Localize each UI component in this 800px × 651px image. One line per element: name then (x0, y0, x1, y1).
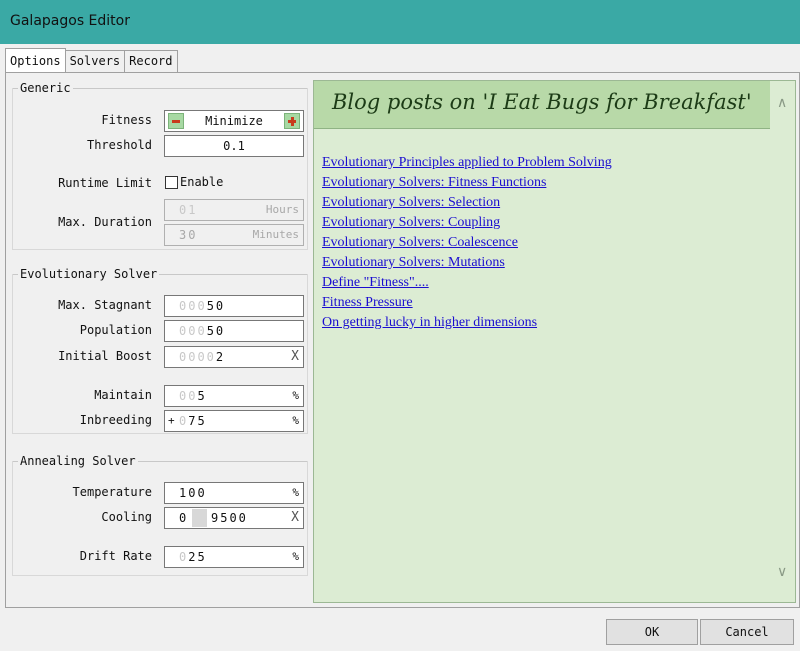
blog-link[interactable]: Evolutionary Solvers: Coalescence (322, 233, 612, 253)
blog-link[interactable]: Fitness Pressure (322, 293, 612, 313)
cooling-input[interactable]: 0 9500 X (164, 507, 304, 529)
tab-record[interactable]: Record (124, 50, 178, 72)
drift-rate-unit: % (292, 550, 299, 563)
initial-boost-value: 2 (215, 350, 226, 364)
hours-input[interactable]: 01 Hours (164, 199, 304, 221)
initial-boost-label: Initial Boost (58, 349, 152, 363)
inbreeding-value: 75 (188, 414, 207, 428)
options-page: Generic Fitness Minimize Threshold 0.1 R… (5, 72, 800, 608)
minutes-unit: Minutes (252, 228, 299, 241)
blog-scrollbar[interactable]: ∧ ∨ (771, 81, 795, 602)
title-bar: Galapagos Editor (0, 0, 800, 44)
drift-rate-label: Drift Rate (79, 549, 152, 563)
cooling-frac: 9500 (211, 511, 248, 525)
maximize-icon[interactable] (284, 113, 300, 129)
minutes-input[interactable]: 30 Minutes (164, 224, 304, 246)
blog-link[interactable]: Evolutionary Solvers: Selection (322, 193, 612, 213)
options-panel: Generic Fitness Minimize Threshold 0.1 R… (6, 73, 311, 609)
generic-group-title: Generic (18, 81, 73, 95)
initial-boost-input[interactable]: 00002 X (164, 346, 304, 368)
blog-link[interactable]: Define "Fitness".... (322, 273, 612, 293)
cooling-label: Cooling (101, 510, 152, 524)
window-title: Galapagos Editor (10, 13, 130, 29)
hours-value: 01 (179, 203, 198, 217)
fitness-value: Minimize (205, 114, 263, 128)
evolutionary-group-title: Evolutionary Solver (18, 267, 160, 281)
max-stagnant-label: Max. Stagnant (58, 298, 152, 312)
blog-link[interactable]: Evolutionary Principles applied to Probl… (322, 153, 612, 173)
runtime-enable-checkbox[interactable] (165, 176, 178, 189)
threshold-value: 0.1 (223, 139, 245, 153)
tab-options[interactable]: Options (5, 48, 66, 72)
maintain-value: 5 (197, 389, 207, 403)
drift-rate-value: 25 (188, 550, 207, 564)
temperature-label: Temperature (72, 485, 152, 499)
ok-button[interactable]: OK (606, 619, 698, 645)
inbreeding-input[interactable]: + 075 % (164, 410, 304, 432)
maintain-unit: % (292, 389, 299, 402)
fitness-label: Fitness (101, 113, 152, 127)
cancel-button[interactable]: Cancel (700, 619, 794, 645)
tab-strip: Options Solvers Record (5, 48, 178, 72)
initial-boost-prefix: 0000 (179, 350, 216, 364)
threshold-label: Threshold (86, 138, 152, 152)
temperature-unit: % (292, 486, 299, 499)
threshold-input[interactable]: 0.1 (164, 135, 304, 157)
fitness-selector[interactable]: Minimize (164, 110, 304, 132)
blog-link-list: Evolutionary Principles applied to Probl… (322, 153, 612, 333)
minimize-icon[interactable] (168, 113, 184, 129)
cooling-decimal-marker (192, 509, 207, 527)
drift-rate-prefix: 0 (179, 550, 189, 564)
inbreeding-unit: % (292, 414, 299, 427)
maintain-input[interactable]: 005 % (164, 385, 304, 407)
maintain-prefix: 00 (179, 389, 198, 403)
initial-boost-unit: X (291, 349, 299, 364)
drift-rate-input[interactable]: 025 % (164, 546, 304, 568)
blog-panel: Blog posts on 'I Eat Bugs for Breakfast'… (313, 80, 796, 603)
population-value: 50 (206, 324, 226, 338)
population-prefix: 000 (179, 324, 207, 338)
chevron-up-icon[interactable]: ∧ (777, 95, 787, 111)
blog-link[interactable]: On getting lucky in higher dimensions (322, 313, 612, 333)
tab-solvers[interactable]: Solvers (64, 50, 126, 72)
blog-link[interactable]: Evolutionary Solvers: Mutations (322, 253, 612, 273)
max-stagnant-prefix: 000 (179, 299, 207, 313)
max-duration-label: Max. Duration (58, 215, 152, 229)
population-label: Population (79, 323, 152, 337)
annealing-group-title: Annealing Solver (18, 454, 138, 468)
runtime-limit-label: Runtime Limit (58, 176, 152, 190)
temperature-value: 100 (179, 486, 207, 500)
population-input[interactable]: 00050 (164, 320, 304, 342)
runtime-enable-label: Enable (180, 175, 224, 189)
cooling-unit: X (291, 510, 299, 525)
blog-link[interactable]: Evolutionary Solvers: Coupling (322, 213, 612, 233)
chevron-down-icon[interactable]: ∨ (777, 564, 787, 580)
hours-unit: Hours (265, 203, 299, 216)
temperature-input[interactable]: 100 % (164, 482, 304, 504)
blog-title: Blog posts on 'I Eat Bugs for Breakfast' (332, 90, 752, 114)
inbreeding-label: Inbreeding (79, 413, 152, 427)
cooling-int: 0 (179, 511, 189, 525)
blog-link[interactable]: Evolutionary Solvers: Fitness Functions (322, 173, 612, 193)
minutes-value: 30 (179, 228, 198, 242)
blog-header: Blog posts on 'I Eat Bugs for Breakfast' (314, 81, 770, 129)
max-stagnant-input[interactable]: 00050 (164, 295, 304, 317)
maintain-label: Maintain (94, 388, 152, 402)
max-stagnant-value: 50 (206, 299, 226, 313)
inbreeding-sign: + (168, 414, 175, 427)
inbreeding-prefix: 0 (179, 414, 189, 428)
